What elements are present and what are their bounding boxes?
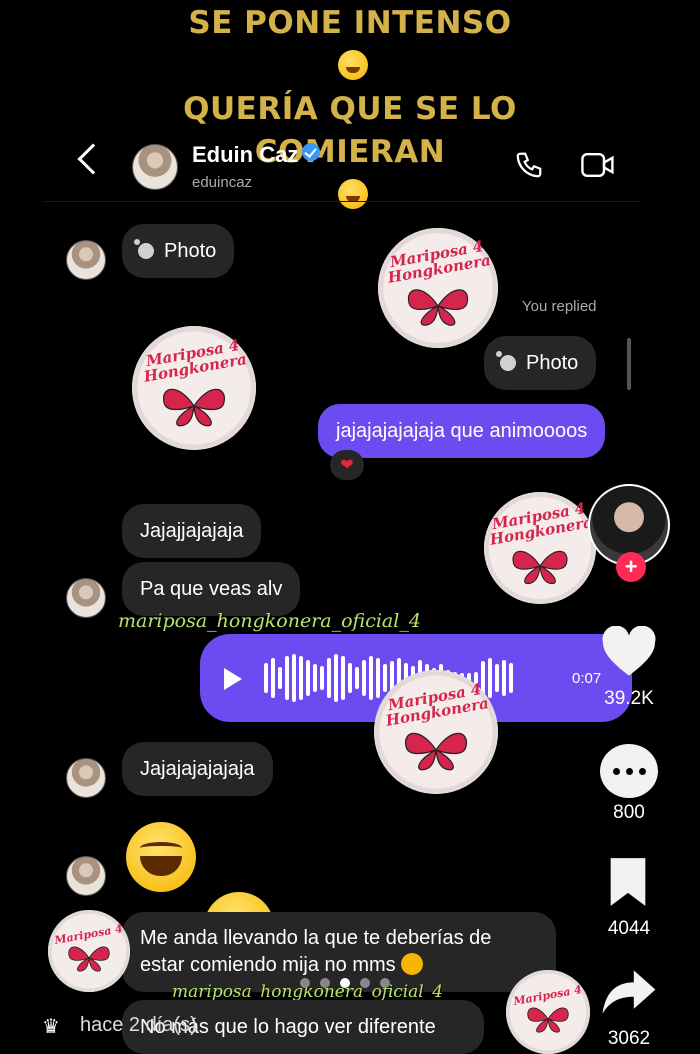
watermark-logo: Mariposa 4 [506,970,590,1054]
creator-username-overlay[interactable]: mariposa_hongkonera_oficial_4 [118,610,421,632]
waveform-bar [509,663,513,693]
contact-name: Eduin Caz [192,142,299,167]
waveform-bar [341,656,345,700]
you-replied-label: You replied [522,298,597,315]
sender-avatar [66,856,106,896]
photo-icon [496,351,516,371]
waveform-bar [313,664,317,692]
waveform-bar [306,660,310,696]
incoming-message[interactable]: Jajajjajajaja [122,504,262,558]
carousel-dot-active [340,978,350,988]
waveform-bar [299,656,303,700]
sender-avatar [66,758,106,798]
waveform-bar [383,664,387,692]
share-count: 3062 [607,1028,651,1049]
photo-icon [134,239,154,259]
watermark-text: Mariposa 4 Hongkonera [384,680,491,730]
butterfly-icon [527,1007,569,1032]
contact-username: eduincaz [192,174,253,191]
incoming-message[interactable]: Jajajajajajaja [122,742,273,796]
caption-line-1: SE PONE INTENSO [188,5,512,41]
comment-count: 800 [613,802,645,823]
waveform-bar [285,656,289,700]
photo-message[interactable]: Photo [122,224,235,278]
outgoing-message-text: jajajajajajaja que animoooos [336,419,588,442]
watermark-logo: Mariposa 4 [48,910,130,992]
incoming-message-text: Pa que veas alv [140,577,283,600]
voice-duration: 0:07 [572,670,602,687]
waveform-bar [376,658,380,698]
contact-avatar[interactable] [132,144,178,190]
incoming-message[interactable]: Pa que veas alv [122,562,301,616]
butterfly-icon [162,388,226,427]
watermark-text: Mariposa 4 Hongkonera [142,336,249,386]
waveform-bar [362,660,366,696]
heart-reaction[interactable]: ❤ [330,450,364,480]
carousel-dot [380,978,390,988]
watermark-logo: Mariposa 4 Hongkonera [484,492,596,604]
laughing-emoji-icon [126,822,196,892]
chat-header: Eduin Caz eduincaz [44,130,640,202]
waveform-bar [278,667,282,689]
butterfly-icon [68,946,110,971]
sender-avatar [66,578,106,618]
phone-call-icon[interactable] [514,150,544,180]
waveform-bar [264,663,268,693]
caption-line-2: QUERÍA QUE SE LO [183,91,517,127]
waveform-bar [348,663,352,693]
watermark-text: Mariposa 4 Hongkonera [488,499,595,549]
waveform-bar [488,658,492,698]
reply-indicator-bar [627,338,631,390]
butterfly-icon [407,289,469,326]
outgoing-message[interactable]: jajajajajajaja que animoooos [318,404,606,458]
crown-icon: ♛ [42,1016,60,1038]
carousel-dots [300,978,390,988]
waveform-bar [334,654,338,702]
watermark-text: Mariposa 4 Hongkonera [386,237,493,287]
save-count: 4044 [607,918,651,939]
heart-reaction-icon: ❤ [340,457,354,474]
sender-avatar [66,240,106,280]
waveform-bar [320,666,324,690]
photo-label: Photo [526,351,579,374]
incoming-message-text: Jajajajajajaja [140,757,255,780]
carousel-dot [360,978,370,988]
incoming-message-line-1: Me anda llevando la que te deberías de [140,927,492,949]
back-arrow-icon[interactable] [77,143,109,175]
play-icon[interactable] [224,668,242,690]
share-arrow-icon[interactable] [600,968,658,1016]
verified-badge-icon [302,143,321,161]
persevering-emoji-icon [401,953,424,975]
time-ago: hace 2 día(s) [80,1014,197,1036]
incoming-message-text: Jajajjajajaja [140,519,244,542]
like-count: 39.2K [604,688,654,709]
watermark-logo: Mariposa 4 Hongkonera [374,670,498,794]
waveform-bar [292,654,296,702]
waveform-bar [369,656,373,700]
butterfly-icon [404,732,468,771]
comment-icon[interactable] [600,744,658,798]
waveform-bar [355,667,359,689]
waveform-bar [327,658,331,698]
watermark-logo: Mariposa 4 Hongkonera [378,228,498,348]
follow-plus-button[interactable]: + [616,552,646,582]
bookmark-icon[interactable] [606,856,650,908]
watermark-logo: Mariposa 4 Hongkonera [132,326,256,450]
video-call-icon[interactable] [580,150,616,180]
photo-label: Photo [164,239,217,262]
waveform-bar [271,658,275,698]
waveform-bar [502,660,506,696]
carousel-dot [300,978,310,988]
butterfly-icon [512,550,568,584]
waveform-bar [495,664,499,692]
contact-name-row[interactable]: Eduin Caz [192,142,321,168]
incoming-message-line-2: estar comiendo mija no mms [140,952,424,979]
rofl-emoji-icon [338,50,368,80]
carousel-dot [320,978,330,988]
like-heart-icon[interactable] [600,626,658,678]
replied-photo-message[interactable]: Photo [484,336,597,390]
